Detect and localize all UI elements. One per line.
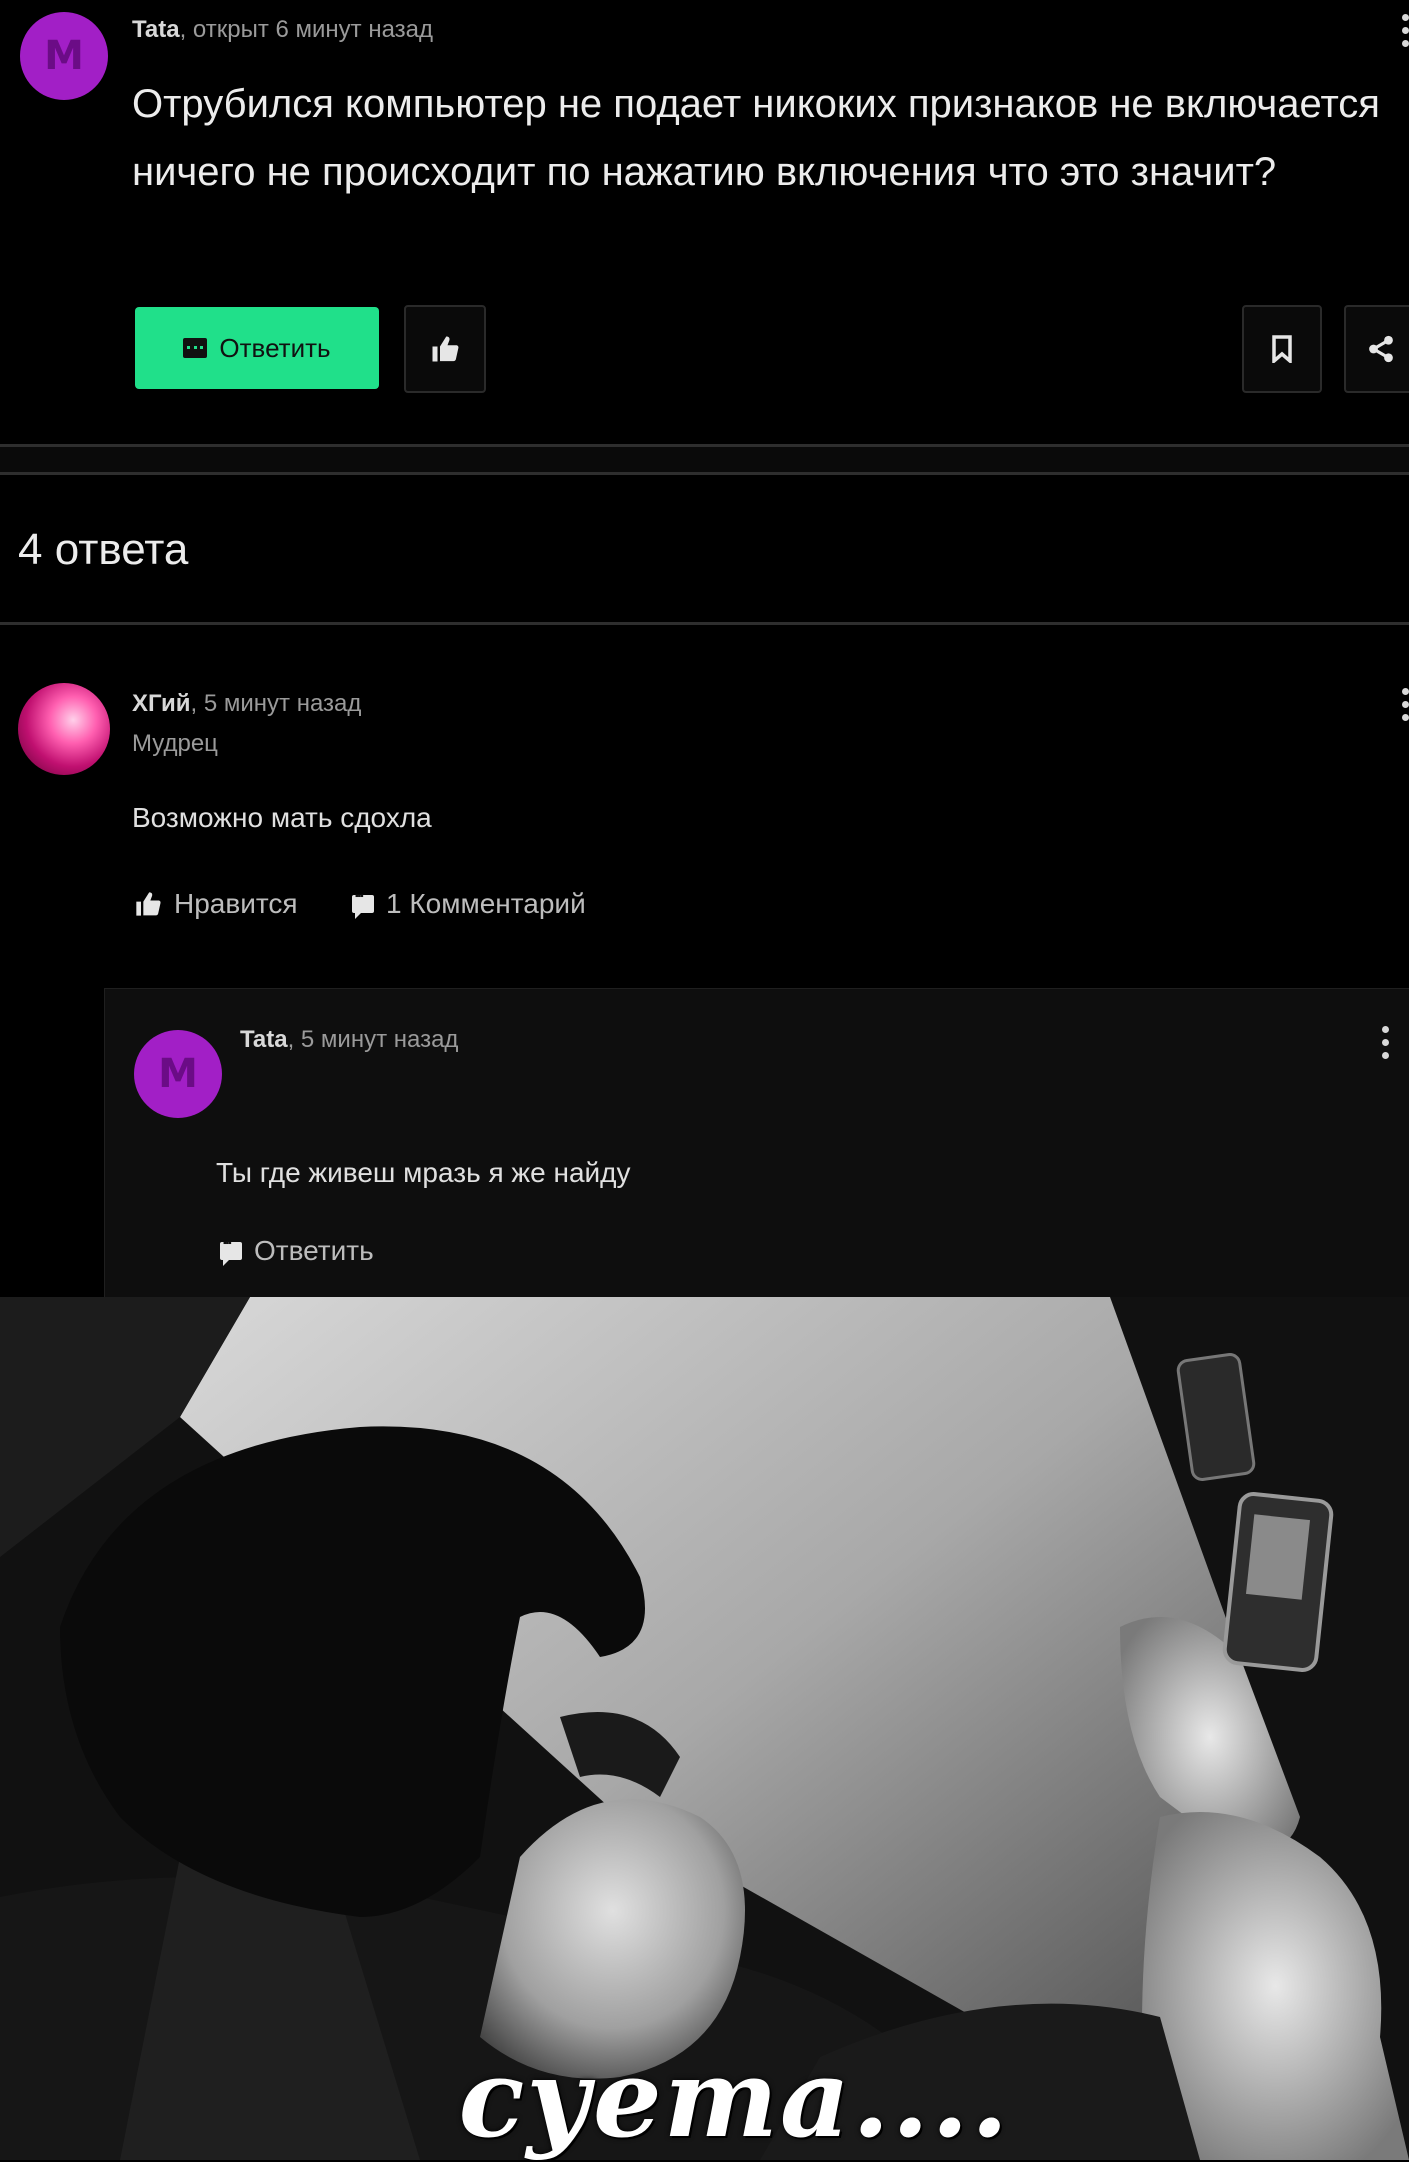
comment-reply-label: Ответить: [254, 1235, 374, 1266]
answers-count-heading: 4 ответа: [18, 525, 189, 574]
answer-more-menu-icon[interactable]: [1402, 688, 1409, 721]
answer-author-rank: Мудрец: [132, 730, 218, 757]
comment-time: , 5 минут назад: [287, 1026, 459, 1053]
answer-like-label: Нравится: [174, 888, 298, 919]
share-icon: [1369, 335, 1393, 363]
reply-button[interactable]: Ответить: [135, 307, 379, 389]
answer-like-button[interactable]: Нравится: [134, 888, 298, 920]
comment-icon: [352, 891, 374, 919]
meme-photo-drawing: [0, 1297, 1409, 2160]
comment-meta: Tata, 5 минут назад: [240, 1026, 458, 1054]
answer-time: , 5 минут назад: [190, 690, 362, 717]
answer-author-avatar[interactable]: [18, 683, 110, 775]
meme-photo: [0, 1297, 1409, 2160]
comment-reply-button[interactable]: Ответить: [220, 1235, 374, 1267]
divider: [0, 472, 1409, 475]
like-button[interactable]: [404, 305, 486, 393]
answer-text: Возможно мать сдохла: [132, 802, 432, 833]
comment-author-avatar[interactable]: M: [134, 1030, 222, 1118]
divider: [0, 622, 1409, 625]
chat-icon: [183, 338, 208, 358]
bookmark-button[interactable]: [1242, 305, 1322, 393]
question-time: , открыт 6 минут назад: [179, 16, 434, 43]
comment-text: Ты где живеш мразь я же найду: [216, 1157, 631, 1188]
reply-button-label: Ответить: [219, 332, 331, 363]
like-icon: [136, 892, 161, 916]
divider-band: [0, 447, 1409, 472]
share-button[interactable]: [1344, 305, 1409, 393]
comment-author-name[interactable]: Tata: [240, 1026, 288, 1053]
question-text: Отрубился компьютер не подает никоких пр…: [132, 82, 1380, 194]
meme-caption: суета....: [458, 2036, 1011, 2162]
question-author-avatar[interactable]: M: [20, 12, 108, 100]
answer-author-name[interactable]: ХГий: [132, 690, 191, 717]
question-author-name[interactable]: Tata: [132, 16, 180, 43]
like-icon: [432, 336, 459, 362]
answer-meta: ХГий, 5 минут назад: [132, 690, 361, 718]
answer-comments-button[interactable]: 1 Комментарий: [352, 888, 586, 920]
bookmark-icon: [1272, 335, 1292, 363]
question-meta: Tata, открыт 6 минут назад: [132, 16, 433, 44]
comment-more-menu-icon[interactable]: [1382, 1026, 1390, 1059]
question-more-menu-icon[interactable]: [1402, 14, 1409, 47]
answer-comments-label: 1 Комментарий: [386, 888, 586, 919]
chat-icon: [220, 1238, 242, 1266]
